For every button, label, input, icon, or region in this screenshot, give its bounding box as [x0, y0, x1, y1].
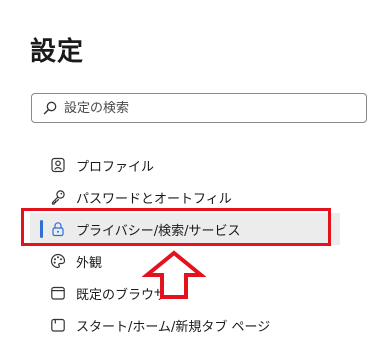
search-icon	[42, 100, 58, 116]
browser-icon	[50, 285, 66, 301]
nav-item-label: 外観	[76, 255, 103, 271]
search-input[interactable]	[64, 100, 344, 116]
profile-icon	[50, 157, 66, 173]
settings-nav: プロファイル パスワードとオートフィル プライバシー/検索/サービス 外観 既定…	[30, 149, 340, 341]
nav-item-label: パスワードとオートフィル	[76, 191, 232, 207]
nav-item-label: プライバシー/検索/サービス	[76, 223, 241, 239]
nav-item-label: スタート/ホーム/新規タブ ページ	[76, 319, 271, 335]
nav-item-label: プロファイル	[76, 159, 155, 175]
nav-item-privacy[interactable]: プライバシー/検索/サービス	[30, 213, 340, 245]
page-title: 設定	[30, 37, 85, 67]
key-icon	[50, 189, 66, 205]
palette-icon	[50, 253, 66, 269]
lock-icon	[50, 221, 66, 237]
nav-item-profile[interactable]: プロファイル	[30, 149, 340, 181]
nav-item-label: 既定のブラウザー	[76, 287, 181, 303]
nav-item-passwords[interactable]: パスワードとオートフィル	[30, 181, 340, 213]
nav-item-appearance[interactable]: 外観	[30, 245, 340, 277]
active-indicator	[40, 220, 43, 238]
home-page-icon	[50, 317, 66, 333]
search-box[interactable]	[31, 93, 367, 123]
nav-item-default-browser[interactable]: 既定のブラウザー	[30, 277, 340, 309]
nav-item-start-home[interactable]: スタート/ホーム/新規タブ ページ	[30, 309, 340, 341]
